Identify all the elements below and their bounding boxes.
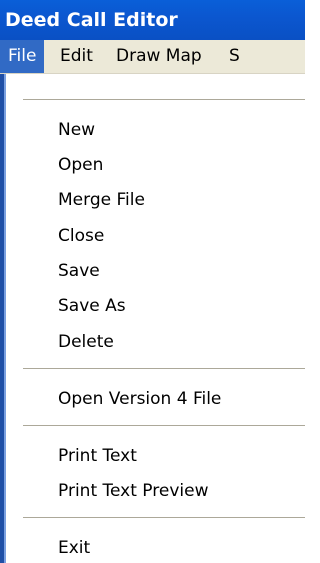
- menu-item-save-as[interactable]: Save As: [58, 294, 126, 318]
- menu-item-merge-file[interactable]: Merge File: [58, 188, 145, 212]
- menu-file[interactable]: File: [0, 40, 45, 73]
- menu-draw-map[interactable]: Draw Map: [116, 40, 202, 73]
- title-bar: Deed Call Editor: [0, 0, 305, 40]
- menu-item-save[interactable]: Save: [58, 259, 100, 283]
- menu-separator: [23, 368, 305, 370]
- menu-item-exit[interactable]: Exit: [58, 536, 90, 560]
- menu-separator: [23, 99, 305, 101]
- menu-s[interactable]: S: [229, 40, 240, 73]
- app-window: Deed Call Editor File Edit Draw Map S Ne…: [0, 0, 305, 563]
- window-title: Deed Call Editor: [5, 9, 178, 31]
- menu-separator: [23, 425, 305, 427]
- menu-separator: [23, 517, 305, 519]
- menu-edit[interactable]: Edit: [60, 40, 93, 73]
- menu-item-print-text[interactable]: Print Text: [58, 444, 137, 468]
- menu-item-new[interactable]: New: [58, 118, 95, 142]
- menu-item-open[interactable]: Open: [58, 153, 103, 177]
- menu-bar: File Edit Draw Map S: [0, 40, 305, 74]
- file-menu-dropdown: New Open Merge File Close Save Save As D…: [6, 74, 305, 563]
- menu-item-open-version-4-file[interactable]: Open Version 4 File: [58, 387, 221, 411]
- menu-item-delete[interactable]: Delete: [58, 330, 114, 354]
- menu-item-close[interactable]: Close: [58, 224, 104, 248]
- menu-item-print-text-preview[interactable]: Print Text Preview: [58, 479, 208, 503]
